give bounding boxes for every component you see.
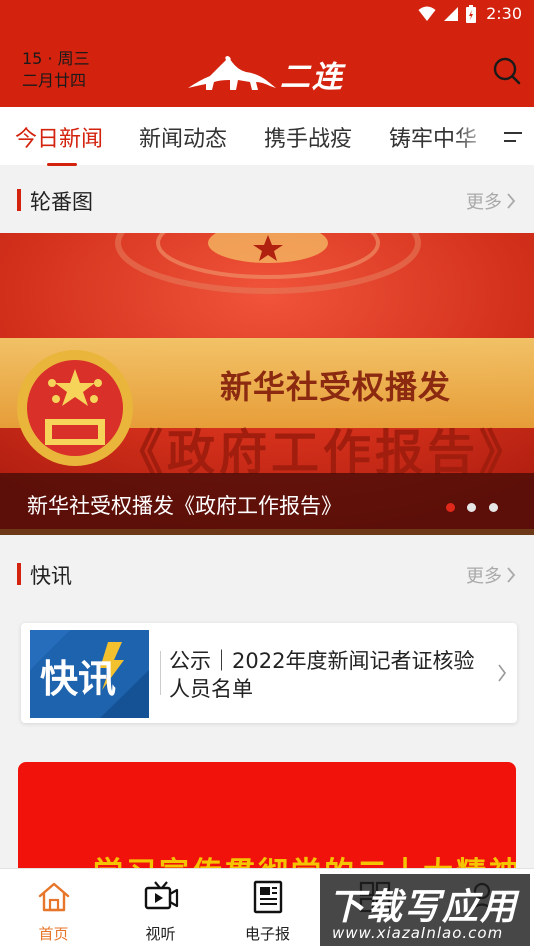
carousel-caption: 新华社受权播发《政府工作报告》	[27, 494, 342, 518]
search-button[interactable]	[492, 56, 522, 86]
wifi-icon	[418, 6, 436, 21]
tab-today-news[interactable]: 今日新闻	[15, 121, 103, 153]
news-thumbnail: 快讯	[30, 630, 149, 718]
section-title: 轮番图	[30, 190, 93, 214]
section-accent-bar	[17, 189, 21, 211]
news-card[interactable]: 快讯 公示｜2022年度新闻记者证核验人员名单	[21, 623, 517, 723]
signal-icon	[444, 6, 459, 21]
tab-fight-epidemic[interactable]: 携手战疫	[264, 121, 352, 153]
more-label: 更多	[466, 192, 502, 213]
tab-news-updates[interactable]: 新闻动态	[139, 121, 227, 153]
chevron-right-icon	[498, 664, 506, 682]
more-link[interactable]: 更多	[466, 188, 516, 214]
status-time: 2:30	[486, 4, 522, 23]
logo-text: 二连	[280, 60, 344, 95]
video-icon	[144, 881, 179, 910]
active-tab-indicator	[47, 163, 77, 166]
app-screen: 2:30 15 · 周三 二月廿四 二连 今日新闻 新闻动态 携手战疫 铸牢中华	[0, 0, 534, 950]
news-section-header: 快讯 更多	[0, 549, 534, 599]
divider	[160, 651, 161, 695]
thumbnail-text: 快讯	[40, 656, 117, 701]
home-icon	[38, 882, 70, 912]
watermark-url: www.xiazaInlao.com	[332, 924, 504, 942]
watermark-overlay: 下载写应用 www.xiazaInlao.com	[320, 874, 530, 946]
nav-home[interactable]: 首页	[0, 869, 107, 950]
status-icons: 2:30	[418, 4, 522, 23]
more-link[interactable]: 更多	[466, 562, 516, 588]
nav-label: 首页	[38, 925, 69, 943]
tab-fade	[454, 107, 494, 165]
section-title: 快讯	[30, 564, 72, 588]
newspaper-icon	[253, 880, 283, 914]
more-label: 更多	[466, 566, 502, 587]
carousel-section-header: 轮番图 更多	[0, 175, 534, 225]
carousel-dot-2[interactable]	[467, 503, 476, 512]
battery-icon	[466, 4, 477, 23]
nav-epaper[interactable]: 电子报	[214, 869, 321, 950]
chevron-right-icon	[507, 567, 516, 583]
search-icon	[493, 57, 521, 85]
news-title: 公示｜2022年度新闻记者证核验人员名单	[169, 649, 475, 701]
menu-icon[interactable]	[502, 129, 524, 145]
nav-video[interactable]: 视听	[107, 869, 214, 950]
carousel-banner[interactable]: 新华社受权播发 《政府工作报告》 新华社受权播发《政府工作报告》	[0, 233, 534, 535]
carousel-dot-3[interactable]	[489, 503, 498, 512]
nav-label: 视听	[145, 925, 176, 943]
date-lunar: 二月廿四	[22, 71, 87, 90]
date-weekday: 15 · 周三	[22, 49, 90, 68]
section-accent-bar	[17, 563, 21, 585]
carousel-dot-1[interactable]	[446, 503, 455, 512]
chevron-right-icon	[507, 193, 516, 209]
dinosaur-logo-icon	[188, 56, 276, 90]
watermark-title: 下载写应用	[328, 887, 519, 928]
date-display: 15 · 周三 二月廿四	[22, 48, 90, 92]
app-logo: 二连	[186, 52, 344, 96]
top-header: 2:30 15 · 周三 二月廿四 二连	[0, 0, 534, 107]
status-bar: 2:30	[0, 0, 534, 30]
nav-label: 电子报	[244, 925, 290, 943]
banner-headline-small: 新华社受权播发	[220, 368, 452, 406]
promo-banner[interactable]: 学习宣传贯彻党的二十大精神	[18, 762, 516, 882]
category-tabs: 今日新闻 新闻动态 携手战疫 铸牢中华	[0, 107, 534, 165]
